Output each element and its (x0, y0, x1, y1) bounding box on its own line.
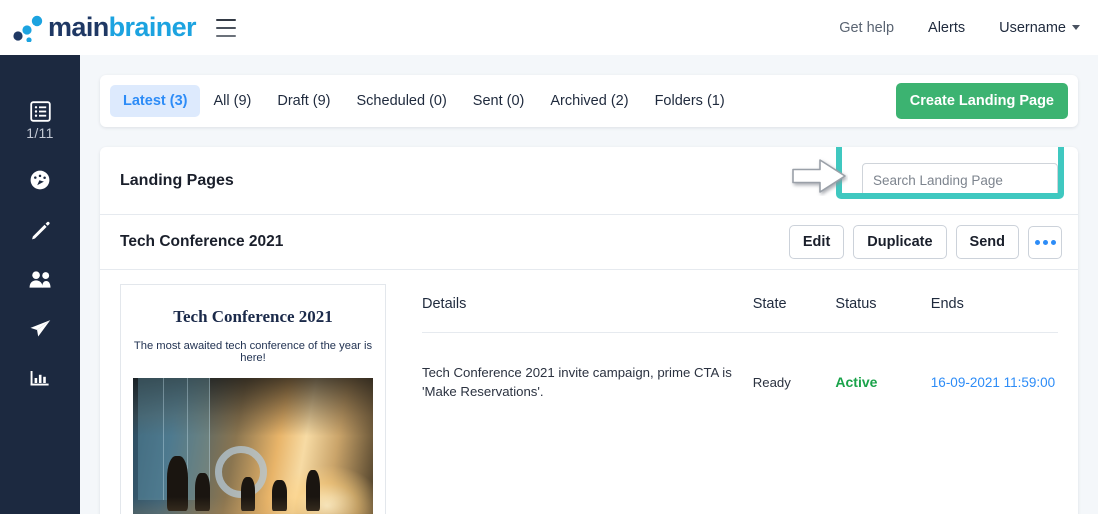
pencil-icon (29, 219, 52, 242)
table-head: Details State Status Ends (422, 284, 1058, 333)
search-input[interactable] (862, 162, 1058, 199)
campaign-body: Tech Conference 2021 The most awaited te… (100, 270, 1078, 514)
chevron-down-icon (1072, 25, 1080, 31)
nav-get-help[interactable]: Get help (839, 20, 894, 36)
sidebar: 1/11 (0, 55, 80, 514)
tab-bar: Latest (3) All (9) Draft (9) Scheduled (… (100, 75, 1078, 127)
thumbnail-subtitle: The most awaited tech conference of the … (133, 340, 373, 364)
more-options-button[interactable] (1028, 225, 1062, 259)
campaign-actions: Edit Duplicate Send (788, 225, 1062, 259)
table-header-row: Details State Status Ends (422, 284, 1058, 333)
app-root: mainbrainer Get help Alerts Username 1/1… (0, 0, 1098, 514)
tab-sent[interactable]: Sent (0) (460, 85, 538, 117)
sidebar-item-dashboard[interactable] (0, 168, 80, 192)
send-button[interactable]: Send (955, 225, 1019, 259)
column-header-status: Status (835, 284, 931, 333)
more-dot (1034, 239, 1040, 245)
page-title: Landing Pages (120, 171, 234, 189)
sidebar-item-send[interactable] (0, 317, 80, 340)
tab-all[interactable]: All (9) (200, 85, 264, 117)
campaign-table: Details State Status Ends Tech Conferenc… (422, 284, 1058, 415)
tab-archived[interactable]: Archived (2) (537, 85, 641, 117)
brand-logo[interactable]: mainbrainer (12, 8, 197, 48)
campaign-table-wrap: Details State Status Ends Tech Conferenc… (386, 284, 1058, 514)
tab-draft[interactable]: Draft (9) (264, 85, 343, 117)
logo-text-main: main (48, 12, 109, 42)
sidebar-item-create[interactable] (0, 219, 80, 242)
duplicate-button[interactable]: Duplicate (853, 225, 947, 259)
campaign-header: Tech Conference 2021 Edit Duplicate Send (100, 215, 1078, 270)
tab-latest[interactable]: Latest (3) (110, 85, 201, 117)
nav-username[interactable]: Username (999, 20, 1080, 36)
right-arrow-annotation (792, 159, 846, 193)
top-bar: mainbrainer Get help Alerts Username (0, 0, 1098, 55)
thumbnail-title: Tech Conference 2021 (173, 307, 333, 326)
landing-page-thumbnail[interactable]: Tech Conference 2021 The most awaited te… (120, 284, 386, 514)
photo-floor-reflection (133, 497, 373, 514)
sidebar-badge-count: 1/11 (26, 125, 54, 141)
campaign-name: Tech Conference 2021 (120, 233, 284, 250)
paper-plane-icon (28, 317, 53, 340)
landing-pages-card: Landing Pages Tech Conference 2021 (100, 147, 1078, 514)
table-body: Tech Conference 2021 invite campaign, pr… (422, 333, 1058, 416)
create-landing-page-button[interactable]: Create Landing Page (895, 83, 1068, 119)
logo-text-brainer: brainer (108, 12, 197, 42)
status-badge: Active (835, 374, 878, 391)
sidebar-item-list[interactable]: 1/11 (0, 101, 80, 141)
thumbnail-photo (133, 378, 373, 514)
cell-ends-date[interactable]: 16-09-2021 11:59:00 (931, 333, 1058, 416)
speedometer-icon (28, 168, 52, 192)
nav-alerts[interactable]: Alerts (928, 20, 965, 36)
photo-glass-panel (137, 378, 165, 501)
people-icon (28, 269, 53, 290)
column-header-ends: Ends (930, 284, 1058, 333)
cell-state: Ready (752, 374, 791, 390)
logo-dots-icon (13, 15, 43, 42)
column-header-details: Details (422, 284, 753, 333)
username-label: Username (999, 19, 1066, 36)
column-header-state: State (752, 284, 836, 333)
search-area (862, 162, 1058, 199)
table-row: Tech Conference 2021 invite campaign, pr… (422, 333, 1058, 416)
more-dot (1050, 239, 1056, 245)
sidebar-item-reports[interactable] (0, 367, 80, 389)
top-navigation: Get help Alerts Username (839, 20, 1080, 36)
hamburger-icon[interactable] (215, 18, 236, 37)
more-dot (1042, 239, 1048, 245)
edit-button[interactable]: Edit (788, 225, 845, 259)
logo-wordmark: mainbrainer (48, 12, 197, 42)
main-content: Latest (3) All (9) Draft (9) Scheduled (… (80, 55, 1098, 514)
tab-folders[interactable]: Folders (1) (642, 85, 738, 117)
sidebar-item-audience[interactable] (0, 269, 80, 290)
list-icon (29, 101, 51, 122)
landing-pages-header: Landing Pages (100, 147, 1078, 215)
tab-scheduled[interactable]: Scheduled (0) (344, 85, 460, 117)
cell-details: Tech Conference 2021 invite campaign, pr… (422, 365, 732, 400)
bar-chart-icon (29, 367, 51, 389)
